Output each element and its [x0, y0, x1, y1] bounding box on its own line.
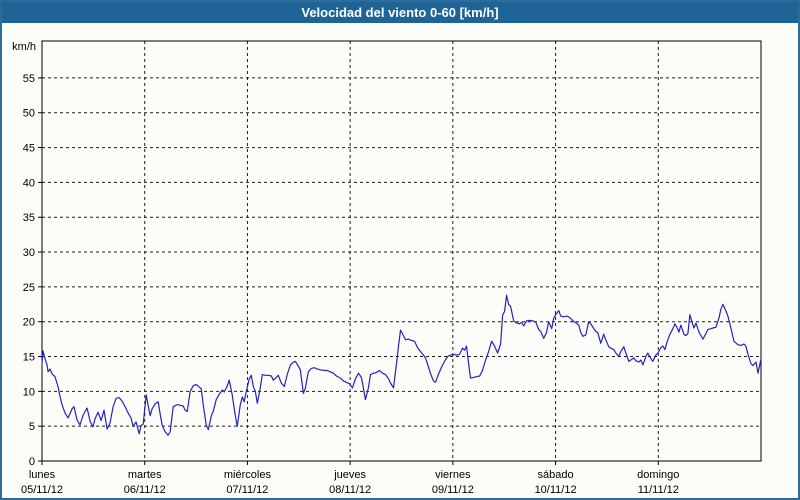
- title-bar: Velocidad del viento 0-60 [km/h]: [2, 2, 798, 23]
- svg-text:10: 10: [23, 386, 35, 398]
- svg-text:lunes: lunes: [29, 469, 56, 481]
- svg-text:40: 40: [23, 177, 35, 189]
- svg-text:10/11/12: 10/11/12: [535, 484, 577, 496]
- svg-text:martes: martes: [128, 469, 162, 481]
- chart-title: Velocidad del viento 0-60 [km/h]: [301, 5, 498, 20]
- svg-text:20: 20: [23, 317, 35, 329]
- svg-text:30: 30: [23, 247, 35, 259]
- svg-text:5: 5: [29, 421, 35, 433]
- plot-border: [42, 41, 761, 461]
- svg-text:25: 25: [23, 282, 35, 294]
- svg-text:08/11/12: 08/11/12: [329, 484, 371, 496]
- y-axis-unit-label: km/h: [2, 41, 36, 53]
- wind-speed-chart-window: 0 5 10 15 20 25 30 35 40 45 50 55 lunes 05/11/12 marte…: [0, 0, 800, 500]
- svg-text:15: 15: [23, 352, 35, 364]
- svg-text:sábado: sábado: [538, 469, 574, 481]
- y-axis-labels: 0 5 10 15 20 25 30 35 40 45 50 55: [23, 73, 35, 468]
- svg-text:domingo: domingo: [637, 469, 679, 481]
- svg-text:05/11/12: 05/11/12: [21, 484, 63, 496]
- x-axis-labels: lunes 05/11/12 martes 06/11/12 miércoles 07/1…: [21, 469, 679, 496]
- svg-text:jueves: jueves: [333, 469, 366, 481]
- svg-text:09/11/12: 09/11/12: [432, 484, 474, 496]
- svg-text:06/11/12: 06/11/12: [124, 484, 166, 496]
- svg-text:35: 35: [23, 212, 35, 224]
- plot-canvas: 0 5 10 15 20 25 30 35 40 45 50 55 lunes 05/11/12 marte…: [2, 2, 798, 498]
- svg-text:50: 50: [23, 108, 35, 120]
- svg-text:11/11/12: 11/11/12: [638, 484, 679, 496]
- svg-text:55: 55: [23, 73, 35, 85]
- y-gridlines: [42, 78, 761, 426]
- svg-text:45: 45: [23, 143, 35, 155]
- wind-speed-line: [42, 295, 761, 435]
- svg-text:07/11/12: 07/11/12: [226, 484, 268, 496]
- svg-text:0: 0: [29, 456, 35, 468]
- svg-text:viernes: viernes: [435, 469, 471, 481]
- axis-ticks: [38, 78, 658, 465]
- x-gridlines: [145, 41, 659, 461]
- svg-text:miércoles: miércoles: [224, 469, 272, 481]
